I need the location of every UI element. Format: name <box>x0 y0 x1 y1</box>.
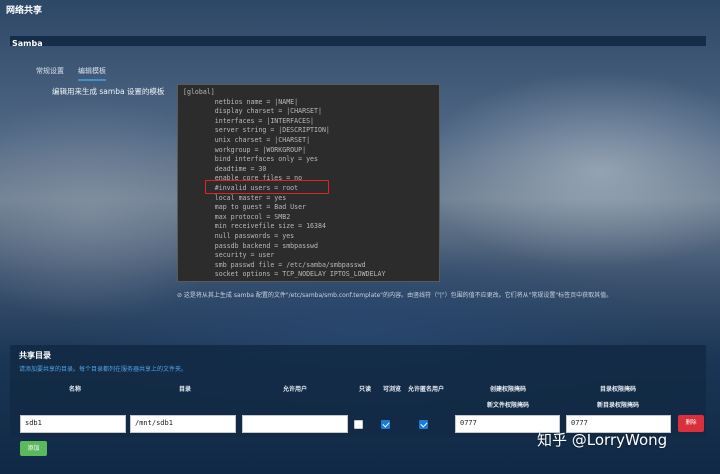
code-line: socket options = TCP_NODELAY IPTOS_LOWDE… <box>183 270 386 279</box>
column-header-guest: 允许匿名用户 <box>407 386 444 393</box>
code-line: workgroup = |WORKGROUP| <box>183 145 307 154</box>
code-line: smb passwd file = /etc/samba/smbpasswd <box>183 260 366 269</box>
watermark: 知乎 @LorryWong <box>537 431 668 449</box>
share-users-input[interactable] <box>242 415 348 433</box>
page-title: 网络共享 <box>6 6 43 16</box>
shares-section-description: 请添加要共享的目录。每个目录都列在服务器共享上的文件夹。 <box>19 366 188 373</box>
red-highlight-annotation <box>205 180 329 194</box>
samba-section-header-bar <box>10 36 706 46</box>
code-line: unix charset = |CHARSET| <box>183 135 311 144</box>
code-line: null passwords = yes <box>183 231 295 240</box>
shares-section-title: 共享目录 <box>19 351 51 360</box>
share-path-input[interactable]: /mnt/sdb1 <box>130 415 236 433</box>
tab-edit-template[interactable]: 编辑模板 <box>78 66 106 81</box>
browseable-checkbox[interactable] <box>381 420 390 429</box>
samba-tabs: 常规设置 编辑模板 <box>36 66 106 81</box>
code-line: server string = |DESCRIPTION| <box>183 126 330 135</box>
guest-checkbox[interactable] <box>419 420 428 429</box>
code-line: [global] <box>183 88 215 96</box>
code-line: security = user <box>183 251 275 260</box>
add-share-button[interactable]: 添加 <box>20 441 47 456</box>
column-header-create-mask: 创建权限掩码 <box>489 386 526 393</box>
column-header-dir-mask: 目录权限掩码 <box>599 386 636 393</box>
column-header-name: 名称 <box>68 386 81 393</box>
tab-general-settings[interactable]: 常规设置 <box>36 66 64 81</box>
code-line: interfaces = |INTERFACES| <box>183 116 315 125</box>
code-line: map to guest = Bad User <box>183 203 307 212</box>
read-only-checkbox[interactable] <box>354 420 363 429</box>
code-line: display charset = |CHARSET| <box>183 107 322 116</box>
share-name-input[interactable]: sdb1 <box>20 415 126 433</box>
template-field-label: 编辑用来生成 samba 设置的模板 <box>52 87 165 96</box>
code-line: netbios name = |NAME| <box>183 97 299 106</box>
column-header-path: 目录 <box>178 386 191 393</box>
code-line: local master = yes <box>183 193 287 202</box>
template-help-text: ⊘ 这是将从其上生成 samba 配置的文件"/etc/samba/smb.co… <box>177 292 613 299</box>
column-header-users: 允许用户 <box>282 386 307 393</box>
code-line: bind interfaces only = yes <box>183 155 318 164</box>
column-subheader-create-mask: 新文件权限掩码 <box>486 402 529 409</box>
delete-share-button[interactable]: 删除 <box>678 415 704 432</box>
column-subheader-dir-mask: 新目录权限掩码 <box>596 402 639 409</box>
code-line: min receivefile size = 16384 <box>183 222 326 231</box>
code-line: passdb backend = smbpasswd <box>183 241 318 250</box>
code-line: max protocol = SMB2 <box>183 212 291 221</box>
samba-section-title: Samba <box>12 39 43 48</box>
code-line: deadtime = 30 <box>183 164 267 173</box>
